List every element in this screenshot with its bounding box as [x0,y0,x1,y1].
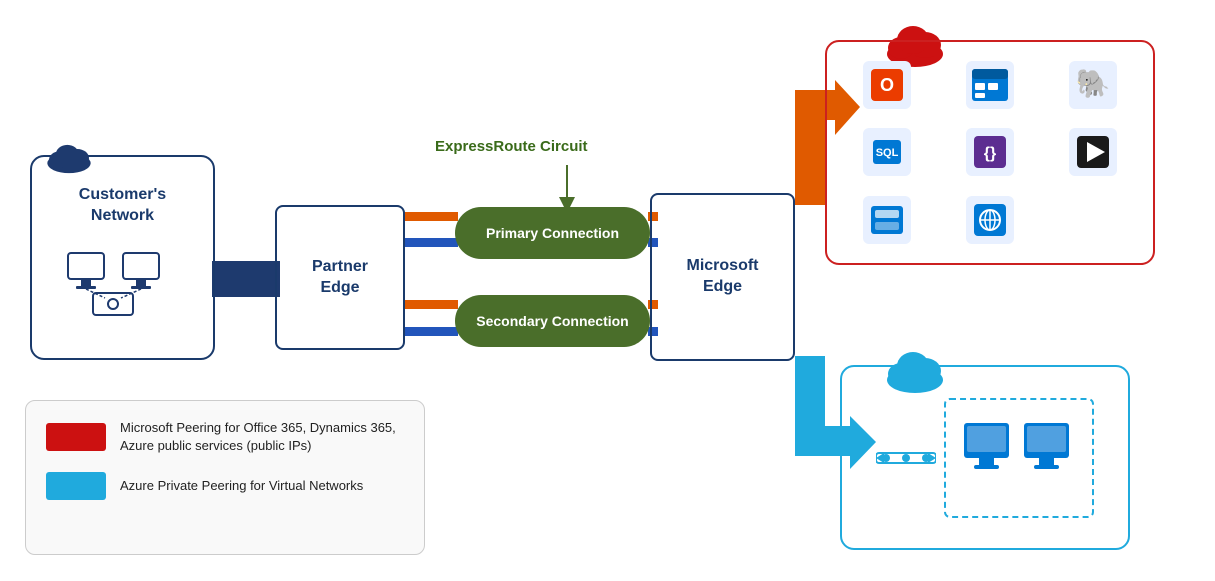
customer-network-label: Customer's Network [79,185,166,227]
azure-private-box [840,365,1130,550]
hdinsight-icon [966,61,1014,109]
legend-blue-text: Azure Private Peering for Virtual Networ… [120,477,363,495]
sql-icon: SQL [863,128,911,176]
primary-connection-label: Primary Connection [486,225,619,241]
legend-red-block [46,423,106,451]
media-icon [1069,128,1117,176]
hadoop-icon: 🐘 [1069,61,1117,109]
svg-text:SQL: SQL [876,147,899,159]
arrow-azure-private-vertical [795,356,825,456]
legend-blue-block [46,472,106,500]
office365-icon: O [863,61,911,109]
vm-icons [959,413,1079,503]
svg-text:{}: {} [984,145,996,162]
legend-box: Microsoft Peering for Office 365, Dynami… [25,400,425,555]
legend-red-text: Microsoft Peering for Office 365, Dynami… [120,419,404,454]
ms-peering-box: O 🐘 SQL {} [825,40,1155,265]
svg-text:🐘: 🐘 [1075,68,1110,99]
globe-icon [966,196,1014,244]
line-partner-secondary-orange-1 [403,300,458,309]
arrow-ms-peering-vertical [795,90,825,205]
secondary-connection-pill: Secondary Connection [455,295,650,347]
primary-connection-pill: Primary Connection [455,207,650,259]
legend-red-item: Microsoft Peering for Office 365, Dynami… [46,419,404,454]
customer-partner-line [212,261,280,297]
legend-blue-item: Azure Private Peering for Virtual Networ… [46,472,404,500]
network-devices-icon [63,243,183,323]
svg-text:O: O [880,75,894,95]
expressroute-circuit-label: ExpressRoute Circuit [435,138,588,155]
line-partner-primary-blue-1 [403,238,458,247]
vnet-inner-box [944,398,1094,518]
secondary-connection-label: Secondary Connection [476,313,628,329]
microsoft-edge-box: Microsoft Edge [650,193,795,361]
vnet-connector-icon [876,443,936,473]
partner-edge-label: Partner Edge [312,257,368,299]
line-partner-primary-orange-1 [403,212,458,221]
diagram-container: Customer's Network Partner Edge ExpressR… [0,0,1215,581]
microsoft-edge-label: Microsoft Edge [687,256,759,298]
storage-icon [863,196,911,244]
line-partner-secondary-blue-1 [403,327,458,336]
partner-edge-box: Partner Edge [275,205,405,350]
api-icon: {} [966,128,1014,176]
customer-cloud-icon [44,139,94,174]
customer-network-box: Customer's Network [30,155,215,360]
